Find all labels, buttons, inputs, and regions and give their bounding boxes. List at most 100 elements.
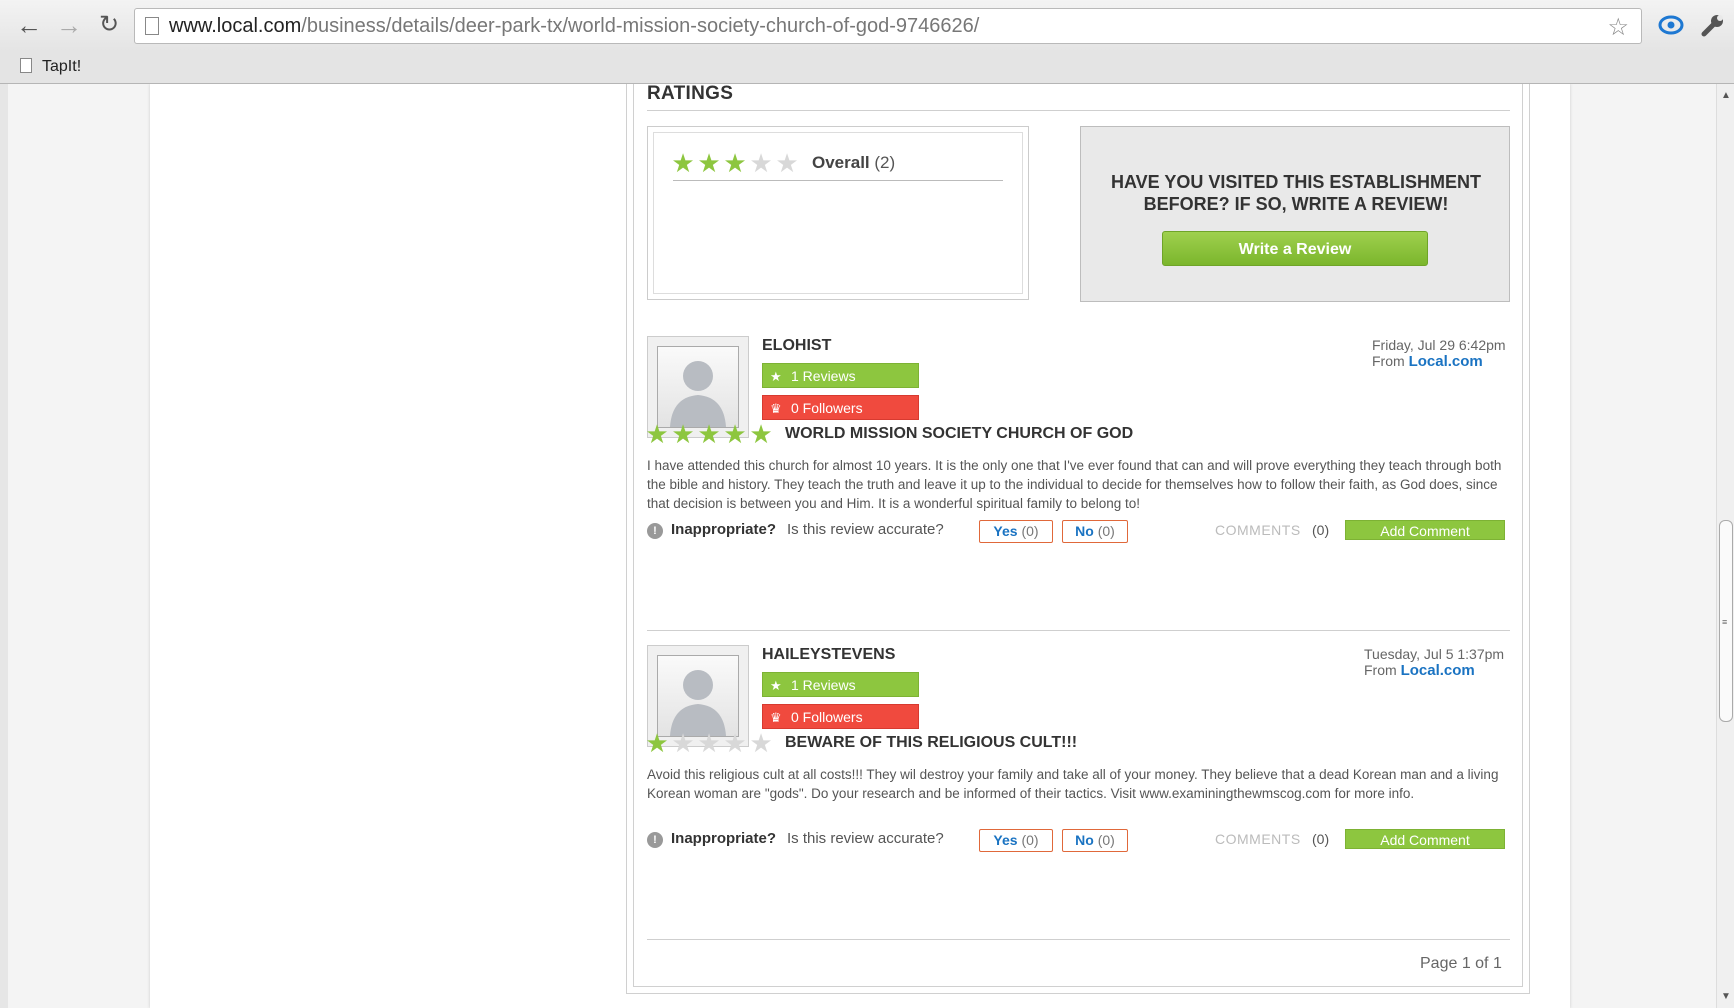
bookmark-tapit[interactable]: TapIt! xyxy=(20,58,81,76)
add-comment-button[interactable]: Add Comment xyxy=(1345,520,1505,540)
grip-icon: ≡ xyxy=(1722,617,1728,627)
info-icon[interactable]: ! xyxy=(647,523,663,539)
write-review-button[interactable]: Write a Review xyxy=(1162,231,1428,266)
star-filled-icon: ★ xyxy=(671,419,695,449)
reviewer-name[interactable]: HAILEYSTEVENS xyxy=(762,646,895,664)
reviews-badge[interactable]: ★ 1 Reviews xyxy=(762,363,919,388)
source-link[interactable]: Local.com xyxy=(1409,353,1483,370)
review-actions: ! Inappropriate? Is this review accurate… xyxy=(647,829,1507,853)
star-filled-icon: ★ xyxy=(749,419,773,449)
star-filled-icon: ★ xyxy=(645,419,669,449)
browser-toolbar: ← → ↻ www.local.com/business/details/dee… xyxy=(0,0,1734,52)
no-label: No xyxy=(1075,832,1094,848)
from-label: From xyxy=(1372,353,1405,369)
page-icon xyxy=(20,58,32,73)
star-filled-icon: ★ xyxy=(697,419,721,449)
bookmark-label: TapIt! xyxy=(42,58,82,75)
star-empty-icon: ★ xyxy=(749,728,773,758)
review-meta: Friday, Jul 29 6:42pm From Local.com xyxy=(1372,337,1506,370)
scroll-down-icon[interactable]: ▼ xyxy=(1721,991,1731,1002)
no-label: No xyxy=(1075,523,1094,539)
address-bar[interactable]: www.local.com/business/details/deer-park… xyxy=(134,8,1642,44)
star-icon: ★ xyxy=(770,678,782,693)
yes-label: Yes xyxy=(993,832,1018,848)
star-empty-icon: ★ xyxy=(775,148,799,178)
yes-label: Yes xyxy=(993,523,1018,539)
page-viewport: RATINGS ★ ★ ★ ★ ★ Overall (2) HAVE YOU VISIT… xyxy=(0,84,1716,1008)
yes-button[interactable]: Yes (0) xyxy=(979,520,1053,543)
yes-button[interactable]: Yes (0) xyxy=(979,829,1053,852)
url-path: /business/details/deer-park-tx/world-mis… xyxy=(301,15,980,37)
star-icon: ★ xyxy=(770,369,782,384)
overall-stars: ★ ★ ★ ★ ★ xyxy=(670,150,800,176)
followers-badge-text: 0 Followers xyxy=(791,709,863,725)
no-button[interactable]: No (0) xyxy=(1062,829,1128,852)
page-icon xyxy=(145,17,159,35)
star-filled-icon: ★ xyxy=(697,148,721,178)
trophy-icon: ♛ xyxy=(770,401,782,416)
reviews-badge[interactable]: ★ 1 Reviews xyxy=(762,672,919,697)
comments-label[interactable]: COMMENTS xyxy=(1215,522,1301,538)
bookmarks-bar: TapIt! xyxy=(0,52,1734,84)
pagination: Page 1 of 1 xyxy=(1420,955,1502,972)
star-empty-icon: ★ xyxy=(697,728,721,758)
accuracy-question: Is this review accurate? xyxy=(787,830,944,847)
wrench-icon[interactable] xyxy=(1700,12,1726,38)
followers-badge[interactable]: ♛ 0 Followers xyxy=(762,704,919,729)
ratings-heading: RATINGS xyxy=(647,84,734,104)
reviewer-name[interactable]: ELOHIST xyxy=(762,337,831,355)
reviews-badge-text: 1 Reviews xyxy=(791,368,856,384)
review-body: I have attended this church for almost 1… xyxy=(647,458,1502,511)
scroll-thumb[interactable]: ≡ xyxy=(1719,520,1733,722)
ratings-divider xyxy=(647,110,1510,111)
back-arrow-icon[interactable]: ← xyxy=(14,10,44,40)
review-actions: ! Inappropriate? Is this review accurate… xyxy=(647,520,1507,544)
review-date: Tuesday, Jul 5 1:37pm xyxy=(1364,646,1505,662)
cta-line-2: BEFORE? IF SO, WRITE A REVIEW! xyxy=(1143,194,1449,214)
from-label: From xyxy=(1364,662,1397,678)
star-empty-icon: ★ xyxy=(723,728,747,758)
followers-badge-text: 0 Followers xyxy=(791,400,863,416)
cta-text: HAVE YOU VISITED THIS ESTABLISHMENT BEFOR… xyxy=(1081,171,1511,215)
accuracy-question: Is this review accurate? xyxy=(787,521,944,538)
overall-label: Overall (2) xyxy=(812,153,895,173)
no-count: (0) xyxy=(1097,523,1115,539)
cta-line-1: HAVE YOU VISITED THIS ESTABLISHMENT xyxy=(1110,172,1482,192)
review-divider xyxy=(647,630,1510,631)
add-comment-button[interactable]: Add Comment xyxy=(1345,829,1505,849)
review-divider xyxy=(647,939,1510,940)
inappropriate-link[interactable]: Inappropriate? xyxy=(671,521,776,538)
star-filled-icon: ★ xyxy=(723,148,747,178)
url-text[interactable]: www.local.com/business/details/deer-park… xyxy=(169,15,979,38)
no-button[interactable]: No (0) xyxy=(1062,520,1128,543)
review-meta: Tuesday, Jul 5 1:37pm From Local.com xyxy=(1364,646,1504,679)
yes-count: (0) xyxy=(1021,832,1039,848)
vertical-scrollbar[interactable]: ▲ ≡ ▼ xyxy=(1716,84,1734,1008)
review-date: Friday, Jul 29 6:42pm xyxy=(1372,337,1506,353)
write-review-cta: HAVE YOU VISITED THIS ESTABLISHMENT BEFOR… xyxy=(1080,126,1510,302)
overall-divider xyxy=(673,180,1003,181)
overall-text: Overall xyxy=(812,153,870,172)
avatar-frame xyxy=(657,655,739,737)
url-host: www.local.com xyxy=(169,15,302,37)
comments-label[interactable]: COMMENTS xyxy=(1215,831,1301,847)
source-link[interactable]: Local.com xyxy=(1401,662,1475,679)
reload-icon[interactable]: ↻ xyxy=(94,10,124,40)
review-stars: ★ ★ ★ ★ ★ xyxy=(644,730,774,756)
avatar-frame xyxy=(657,346,739,428)
reviews-badge-text: 1 Reviews xyxy=(791,677,856,693)
left-edge xyxy=(0,84,8,1008)
info-icon[interactable]: ! xyxy=(647,832,663,848)
star-filled-icon: ★ xyxy=(645,728,669,758)
star-filled-icon: ★ xyxy=(723,419,747,449)
review-stars: ★ ★ ★ ★ ★ xyxy=(644,421,774,447)
trophy-icon: ♛ xyxy=(770,710,782,725)
scroll-up-icon[interactable]: ▲ xyxy=(1721,90,1731,101)
followers-badge[interactable]: ♛ 0 Followers xyxy=(762,395,919,420)
bookmark-star-icon[interactable]: ☆ xyxy=(1607,13,1629,42)
star-filled-icon: ★ xyxy=(671,148,695,178)
forward-arrow-icon[interactable]: → xyxy=(54,10,84,40)
inappropriate-link[interactable]: Inappropriate? xyxy=(671,830,776,847)
extension-icon[interactable] xyxy=(1658,12,1684,38)
comments-count: (0) xyxy=(1312,522,1330,538)
